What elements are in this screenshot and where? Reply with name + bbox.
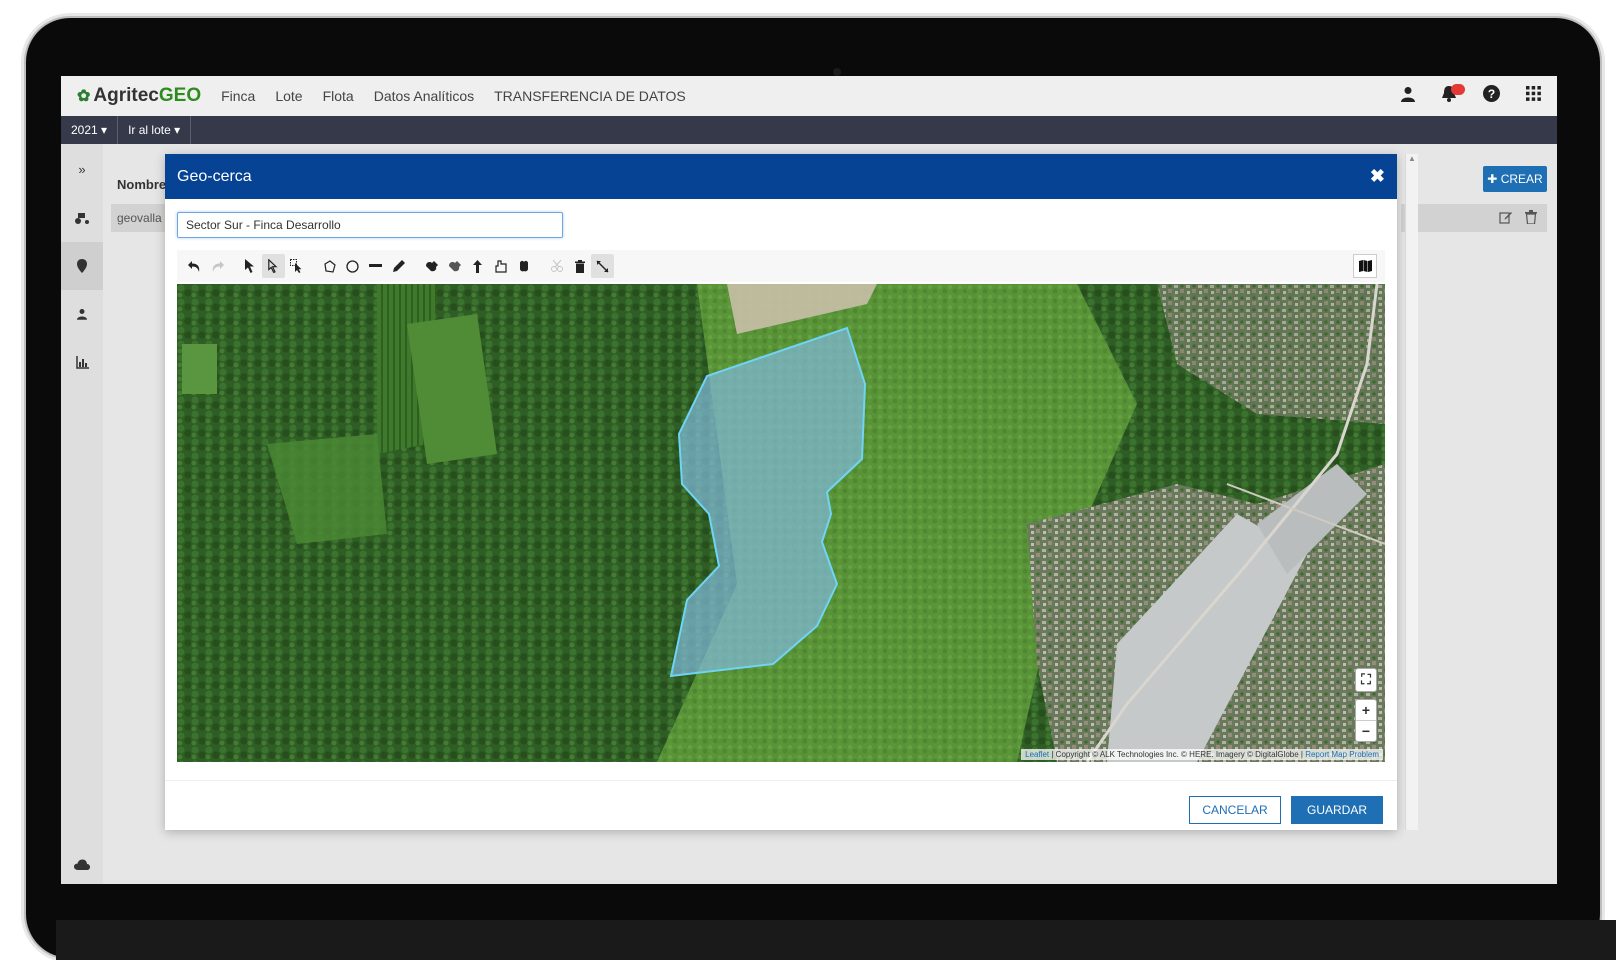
undo-icon[interactable] xyxy=(183,254,206,278)
merge-icon[interactable] xyxy=(489,254,512,278)
plus-icon: ✚ xyxy=(1487,172,1498,186)
laptop-camera xyxy=(833,68,841,76)
zoom-control: + − xyxy=(1355,699,1377,742)
year-value: 2021 xyxy=(71,123,98,137)
trash-icon[interactable] xyxy=(568,254,591,278)
year-dropdown[interactable]: 2021 ▾ xyxy=(61,116,119,144)
cancel-button[interactable]: CANCELAR xyxy=(1189,796,1281,824)
select-multi-icon[interactable] xyxy=(285,254,308,278)
app-screen: ✿ Agritec GEO Finca Lote Flota Datos Anal… xyxy=(61,76,1557,884)
satellite-map[interactable]: ⛶ + − Leaflet | Copyright © ALK Technolo… xyxy=(177,284,1385,762)
resize-icon[interactable] xyxy=(591,254,614,278)
modal-header: Geo-cerca ✖ xyxy=(165,154,1397,199)
svg-text:?: ? xyxy=(1488,87,1495,101)
nav-datos-analiticos[interactable]: Datos Analíticos xyxy=(374,88,474,104)
map-imagery xyxy=(177,284,1385,762)
caret-down-icon: ▾ xyxy=(101,123,108,137)
nav-finca[interactable]: Finca xyxy=(221,88,255,104)
left-sidebar: » xyxy=(61,144,103,884)
brand-accent: GEO xyxy=(158,85,202,106)
split-icon[interactable] xyxy=(466,254,489,278)
expand-icon[interactable]: » xyxy=(61,144,103,194)
notification-dot xyxy=(1451,84,1465,95)
field-area xyxy=(182,344,217,394)
zoom-in-button[interactable]: + xyxy=(1362,700,1370,720)
polygon-icon[interactable] xyxy=(318,254,341,278)
page-scrollbar[interactable]: ▲ xyxy=(1405,154,1418,830)
pin-icon[interactable] xyxy=(61,242,103,290)
select-outline-icon[interactable] xyxy=(262,254,285,278)
select-icon[interactable] xyxy=(239,254,262,278)
save-button[interactable]: GUARDAR xyxy=(1291,796,1383,824)
redo-icon[interactable] xyxy=(206,254,229,278)
apps-grid-icon[interactable] xyxy=(1526,86,1541,106)
report-map-problem-link[interactable]: Report Map Problem xyxy=(1305,750,1379,759)
geo-cerca-modal: Geo-cerca ✖ Sector Sur - Finca Desarroll… xyxy=(165,154,1397,830)
create-label: CREAR xyxy=(1500,172,1543,186)
top-icon-group: ? xyxy=(1401,84,1541,107)
goto-lote-dropdown[interactable]: Ir al lote ▾ xyxy=(118,116,192,144)
create-button[interactable]: ✚ CREAR xyxy=(1483,166,1547,192)
leaf-icon: ✿ xyxy=(77,88,91,105)
pencil-icon[interactable] xyxy=(387,254,410,278)
cut-icon[interactable] xyxy=(545,254,568,278)
line-icon[interactable] xyxy=(364,254,387,278)
map-attribution: Leaflet | Copyright © ALK Technologies I… xyxy=(1021,749,1383,760)
row-actions xyxy=(1401,204,1547,232)
brand-logo[interactable]: ✿ Agritec GEO xyxy=(77,85,201,107)
edit-icon[interactable] xyxy=(1499,210,1513,227)
close-icon[interactable]: ✖ xyxy=(1370,166,1385,187)
cloud-icon[interactable] xyxy=(61,859,103,874)
goto-label: Ir al lote xyxy=(128,123,171,137)
fullscreen-icon[interactable]: ⛶ xyxy=(1361,669,1371,689)
caret-down-icon: ▾ xyxy=(174,123,181,137)
tractor-icon[interactable] xyxy=(61,194,103,242)
snap-alt-icon[interactable] xyxy=(443,254,466,278)
user-icon[interactable] xyxy=(1401,86,1415,107)
sub-toolbar: 2021 ▾ Ir al lote ▾ xyxy=(61,116,1557,144)
map-style-icon[interactable] xyxy=(1353,254,1377,278)
trash-icon[interactable] xyxy=(1525,209,1537,227)
laptop-bottom-bezel xyxy=(56,920,1616,960)
nav-lote[interactable]: Lote xyxy=(275,88,302,104)
nav-flota[interactable]: Flota xyxy=(323,88,354,104)
circle-icon[interactable] xyxy=(341,254,364,278)
user-icon[interactable] xyxy=(61,290,103,338)
nav-transferencia[interactable]: TRANSFERENCIA DE DATOS xyxy=(494,88,686,104)
leaflet-link[interactable]: Leaflet xyxy=(1025,750,1049,759)
top-navigation: ✿ Agritec GEO Finca Lote Flota Datos Anal… xyxy=(61,76,1557,117)
help-icon[interactable]: ? xyxy=(1483,85,1500,107)
scroll-up-icon[interactable]: ▲ xyxy=(1406,154,1418,163)
brand-name: Agritec xyxy=(93,85,159,106)
drag-icon[interactable] xyxy=(512,254,535,278)
zoom-out-button[interactable]: − xyxy=(1356,720,1376,741)
bell-icon[interactable] xyxy=(1441,84,1465,107)
fullscreen-control[interactable]: ⛶ xyxy=(1355,668,1377,692)
attribution-text: | Copyright © ALK Technologies Inc. © HE… xyxy=(1049,750,1306,759)
snap-icon[interactable] xyxy=(420,254,443,278)
map-draw-toolbar xyxy=(177,250,1385,282)
modal-title: Geo-cerca xyxy=(177,167,252,185)
chart-icon[interactable] xyxy=(61,338,103,386)
geofence-name-input[interactable] xyxy=(177,212,563,238)
